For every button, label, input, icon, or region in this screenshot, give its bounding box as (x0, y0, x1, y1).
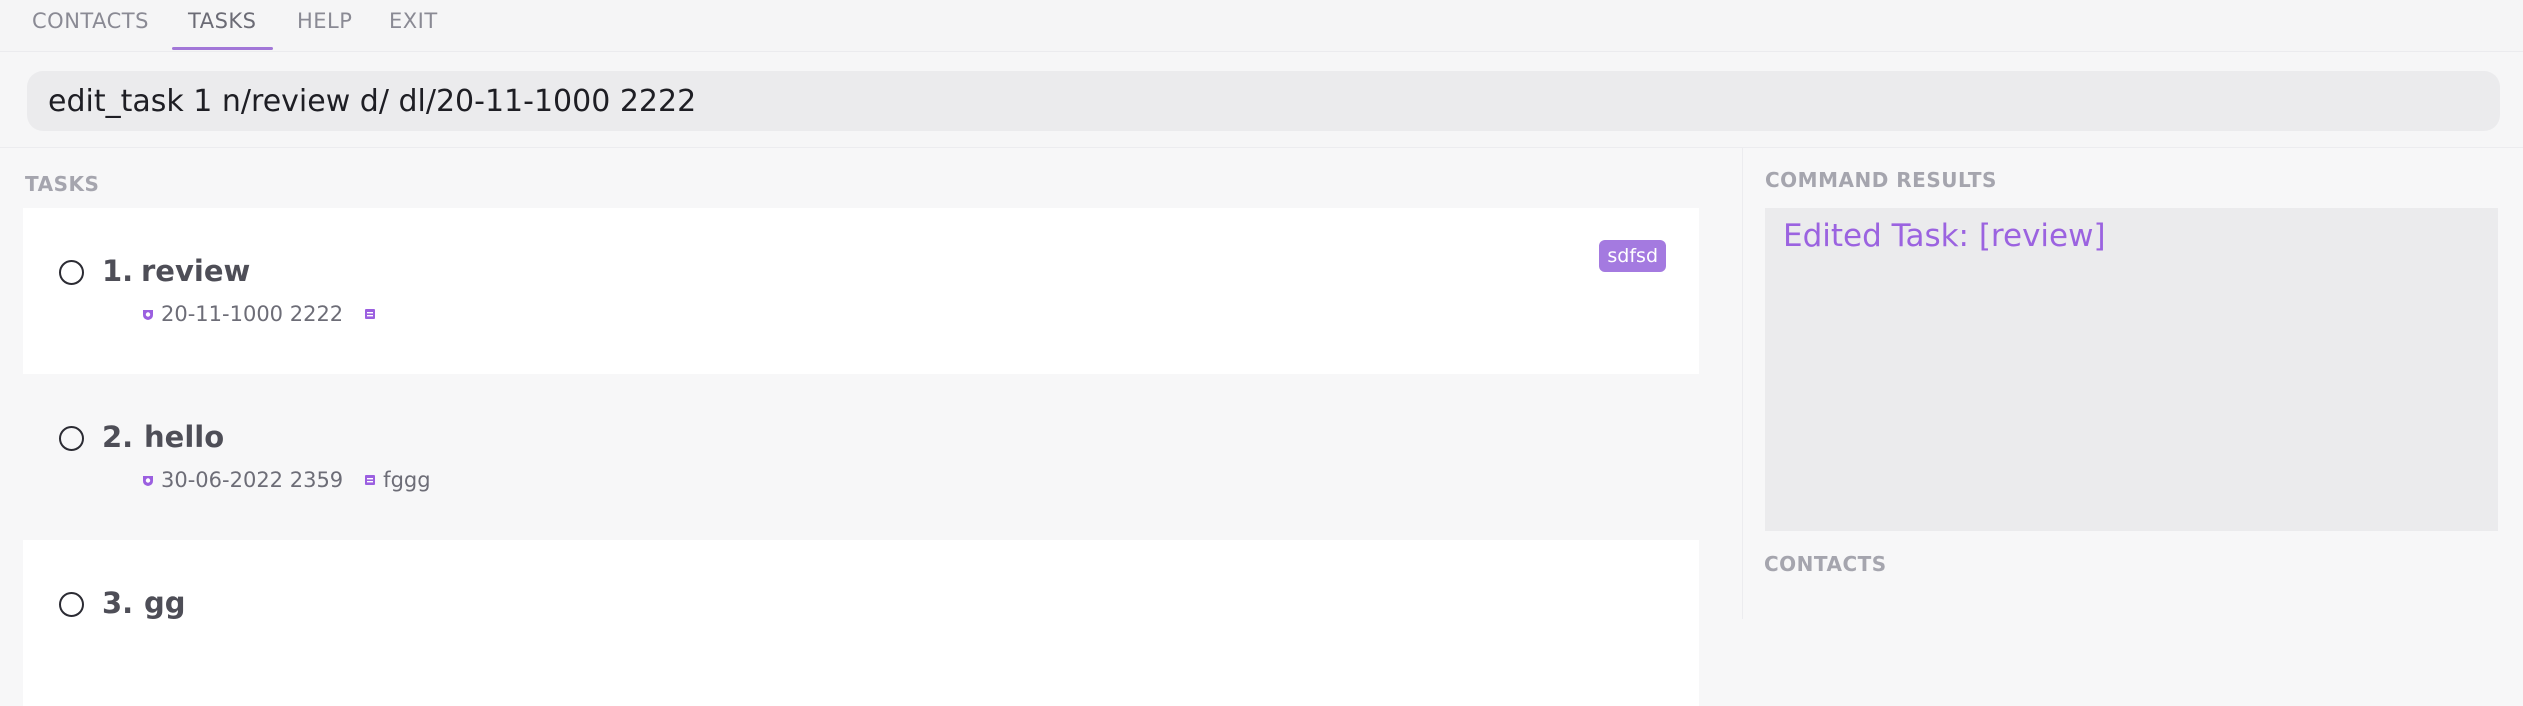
description-icon (365, 475, 376, 485)
command-result-message: Edited Task: [review] (1783, 218, 2106, 254)
nav-tab-exit[interactable]: EXIT (373, 0, 454, 50)
results-section-label: COMMAND RESULTS (1765, 168, 1997, 192)
task-meta: 20-11-1000 2222 (141, 302, 377, 326)
task-meta: 30-06-2022 2359 fggg (141, 468, 431, 492)
task-description: fggg (383, 468, 431, 492)
task-number: 1. (102, 254, 134, 288)
task-card[interactable]: 1. review 20-11-1000 2222 sdfsd (23, 208, 1699, 374)
task-title: review (141, 254, 251, 288)
deadline-icon (143, 310, 153, 320)
task-deadline: 30-06-2022 2359 (161, 468, 344, 492)
nav-tab-contacts[interactable]: CONTACTS (16, 0, 165, 50)
description-icon (365, 309, 376, 319)
task-number: 3. (102, 586, 134, 620)
task-complete-toggle[interactable] (59, 426, 84, 451)
task-title: gg (144, 586, 186, 620)
task-card[interactable]: 2. hello 30-06-2022 2359 fggg (23, 374, 1699, 540)
command-bar (0, 52, 2523, 148)
task-complete-toggle[interactable] (59, 260, 84, 285)
nav-tab-help[interactable]: HELP (281, 0, 368, 50)
task-tag: sdfsd (1599, 240, 1666, 272)
top-nav: CONTACTS TASKS HELP EXIT (0, 0, 2523, 52)
contacts-section-label: CONTACTS (1764, 552, 1887, 576)
task-number: 2. (102, 420, 134, 454)
deadline-icon (143, 476, 153, 486)
command-results-box: Edited Task: [review] (1765, 208, 2498, 531)
task-deadline: 20-11-1000 2222 (161, 302, 344, 326)
command-input[interactable] (27, 71, 2500, 131)
task-title: hello (144, 420, 225, 454)
panel-divider (1742, 148, 1743, 619)
nav-tab-tasks[interactable]: TASKS (172, 0, 273, 50)
task-complete-toggle[interactable] (59, 592, 84, 617)
task-card[interactable]: 3. gg (23, 540, 1699, 706)
tasks-section-label: TASKS (25, 172, 100, 196)
